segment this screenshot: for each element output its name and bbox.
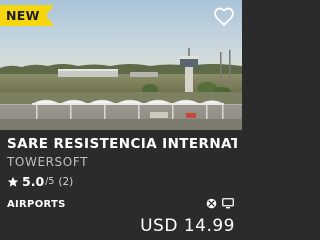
product-title[interactable]: SARE RESISTENCIA INTERNATIONAL xyxy=(7,136,237,152)
category-label: AIRPORTS xyxy=(7,199,66,210)
publisher-name: TOWERSOFT xyxy=(7,155,89,169)
pc-monitor-icon xyxy=(222,198,234,209)
price-label: USD 14.99 xyxy=(140,216,235,236)
product-card[interactable]: NEW SARE RESISTENCIA INTERNATIONAL TOWER… xyxy=(0,0,242,240)
rating-scale: /5 xyxy=(45,176,55,187)
new-badge: NEW xyxy=(0,5,54,26)
rating-count: (2) xyxy=(58,175,74,188)
rating: 5.0 /5 (2) xyxy=(7,174,73,189)
xbox-icon xyxy=(206,198,217,209)
product-thumbnail[interactable]: NEW xyxy=(0,0,242,130)
star-icon xyxy=(7,176,19,187)
wishlist-heart-icon[interactable] xyxy=(213,6,235,28)
rating-score: 5.0 xyxy=(22,174,45,189)
platform-icons xyxy=(206,198,234,209)
